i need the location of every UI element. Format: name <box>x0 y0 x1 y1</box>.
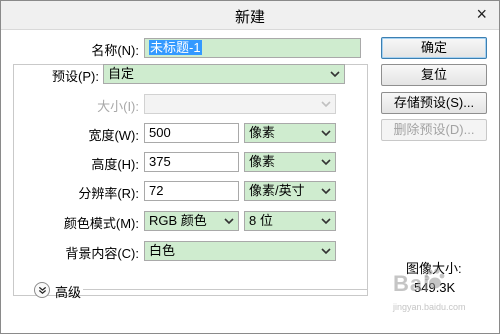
advanced-label[interactable]: 高级 <box>55 282 81 301</box>
height-unit-select[interactable]: 像素 <box>244 152 336 172</box>
preset-label: 预设(P): <box>52 69 99 84</box>
watermark-url: jingyan.baidu.com <box>393 302 466 312</box>
size-select <box>144 94 336 114</box>
background-label: 背景内容(C): <box>65 246 139 261</box>
chevron-down-icon <box>320 182 332 200</box>
resolution-label: 分辨率(R): <box>78 186 139 201</box>
resolution-unit-value: 像素/英寸 <box>249 183 305 198</box>
preset-select[interactable]: 自定 <box>103 64 345 84</box>
preset-select-value: 自定 <box>108 66 135 81</box>
height-unit-value: 像素 <box>249 154 276 169</box>
resolution-input[interactable]: 72 <box>144 181 239 201</box>
paw-icon <box>424 268 445 289</box>
title-bar: 新建 × <box>1 1 499 30</box>
ok-button[interactable]: 确定 <box>381 37 487 59</box>
chevron-down-icon <box>320 153 332 171</box>
color-mode-value: RGB 颜色 <box>149 213 207 228</box>
background-select[interactable]: 白色 <box>144 241 336 261</box>
dialog-title: 新建 <box>234 9 265 26</box>
resolution-unit-select[interactable]: 像素/英寸 <box>244 181 336 201</box>
background-value: 白色 <box>149 243 176 258</box>
chevron-down-icon <box>320 95 332 113</box>
bit-depth-value: 8 位 <box>249 213 273 228</box>
bit-depth-select[interactable]: 8 位 <box>244 211 336 231</box>
color-mode-select[interactable]: RGB 颜色 <box>144 211 239 231</box>
width-label: 宽度(W): <box>88 128 139 143</box>
delete-preset-button: 删除预设(D)... <box>381 119 487 141</box>
chevron-down-icon <box>223 212 235 230</box>
name-label: 名称(N): <box>91 43 139 58</box>
height-input[interactable]: 375 <box>144 152 239 172</box>
chevron-down-icon <box>320 242 332 260</box>
chevron-down-icon <box>320 124 332 142</box>
close-icon[interactable]: × <box>476 4 487 24</box>
height-label: 高度(H): <box>91 157 139 172</box>
size-label: 大小(I): <box>97 99 139 114</box>
save-preset-button[interactable]: 存储预设(S)... <box>381 92 487 114</box>
width-input[interactable]: 500 <box>144 123 239 143</box>
chevron-down-icon <box>320 212 332 230</box>
chevron-down-icon <box>329 65 341 83</box>
new-document-dialog: 新建 × 名称(N): 未标题-1 预设(P): 自定 大小(I): 宽度(W)… <box>0 0 500 334</box>
width-unit-value: 像素 <box>249 125 276 140</box>
name-input-selection: 未标题-1 <box>149 40 202 55</box>
reset-button[interactable]: 复位 <box>381 64 487 86</box>
double-chevron-down-icon[interactable] <box>34 282 50 298</box>
color-mode-label: 颜色模式(M): <box>63 216 139 231</box>
width-unit-select[interactable]: 像素 <box>244 123 336 143</box>
name-input[interactable]: 未标题-1 <box>144 38 361 58</box>
advanced-divider <box>83 289 368 290</box>
